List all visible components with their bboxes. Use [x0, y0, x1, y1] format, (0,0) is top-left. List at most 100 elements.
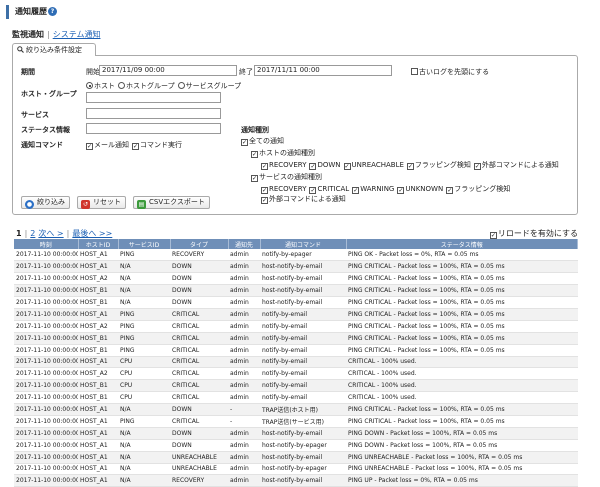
- radio-hostgroup-button[interactable]: [118, 82, 125, 89]
- start-date-input[interactable]: 2017/11/09 00:00: [99, 65, 237, 76]
- host-kind-external[interactable]: ✓ 外部コマンドによる通知: [473, 161, 559, 170]
- csv-export-button[interactable]: ▤ CSVエクスポート: [133, 196, 210, 209]
- mail-checkbox[interactable]: ✓: [86, 143, 93, 150]
- service-kind-warning-checkbox[interactable]: ✓: [352, 187, 360, 194]
- service-kind-flapping-checkbox[interactable]: ✓: [446, 187, 454, 194]
- cell-status: PING CRITICAL - Packet loss = 100%, RTA …: [346, 260, 578, 274]
- filter-settings-tab[interactable]: 絞り込み条件設定: [12, 43, 96, 56]
- host-kinds-option[interactable]: ✓ ホストの通知種別: [251, 148, 315, 158]
- cell-recipient: admin: [228, 260, 260, 274]
- tab-monitor-notification[interactable]: 監視通知: [12, 30, 44, 39]
- command-option-exec[interactable]: ✓ コマンド実行: [132, 141, 182, 150]
- host-kind-down[interactable]: ✓ DOWN: [309, 161, 341, 170]
- host-kind-external-checkbox[interactable]: ✓: [473, 163, 481, 170]
- table-row: 2017-11-10 00:00:00 HOST_A1 N/A DOWN - TRAP送信…: [14, 403, 578, 416]
- table-row: 2017-11-10 00:00:00 HOST_A1 PING CRITICAL ad…: [14, 308, 578, 321]
- radio-host[interactable]: ホスト: [86, 82, 115, 90]
- col-recipient[interactable]: 通知先: [228, 239, 261, 249]
- service-kinds-option[interactable]: ✓ サービスの通知種別: [251, 172, 322, 182]
- service-kind-unknown[interactable]: ✓ UNKNOWN: [397, 185, 444, 194]
- host-kinds-checkbox[interactable]: ✓: [251, 151, 258, 158]
- tab-system-notification[interactable]: システム通知: [53, 30, 101, 39]
- host-kind-recovery-label: RECOVERY: [269, 161, 307, 169]
- cell-service-id: PING: [118, 344, 170, 357]
- host-kind-down-checkbox[interactable]: ✓: [309, 163, 317, 170]
- subnav: 監視通知 | システム通知: [12, 29, 100, 40]
- host-group-input[interactable]: [86, 92, 221, 103]
- cell-recipient: admin: [228, 439, 260, 452]
- radio-hostgroup[interactable]: ホストグループ: [118, 82, 175, 90]
- table-row: 2017-11-10 00:00:00 HOST_A1 N/A RECOVERY adm…: [14, 474, 578, 487]
- service-kind-flapping[interactable]: ✓ フラッピング検知: [446, 185, 510, 194]
- host-kind-recovery-checkbox[interactable]: ✓: [261, 163, 268, 170]
- host-kind-flapping[interactable]: ✓ フラッピング検知: [406, 161, 471, 170]
- cell-status: CRITICAL - 100% used.: [346, 379, 578, 393]
- radio-servicegroup[interactable]: サービスグループ: [177, 82, 241, 90]
- old-first-checkbox[interactable]: [411, 68, 418, 75]
- cell-service-id: N/A: [118, 272, 170, 286]
- service-kind-recovery-label: RECOVERY: [269, 185, 307, 193]
- service-kind-external-checkbox[interactable]: ✓: [261, 197, 268, 204]
- question-circle-icon[interactable]: ?: [48, 7, 57, 16]
- cell-command: notify-by-email: [260, 308, 346, 321]
- col-time[interactable]: 時刻: [14, 239, 79, 249]
- kinds-all-option[interactable]: ✓ 全ての通知: [241, 136, 284, 146]
- exec-checkbox[interactable]: ✓: [132, 143, 139, 150]
- service-kind-warning[interactable]: ✓ WARNING: [352, 185, 394, 194]
- cell-host-id: HOST_A1: [78, 260, 118, 274]
- service-kind-recovery[interactable]: ✓ RECOVERY: [261, 185, 307, 194]
- old-first-option[interactable]: 古いログを先頭にする: [411, 67, 489, 77]
- next-page-link[interactable]: 次へ >: [38, 229, 63, 238]
- cell-type: DOWN: [170, 403, 228, 416]
- cell-type: RECOVERY: [170, 474, 228, 487]
- cell-recipient: admin: [228, 296, 260, 309]
- table-row: 2017-11-10 00:00:00 HOST_A1 PING CRITICAL - T…: [14, 415, 578, 428]
- service-kind-critical[interactable]: ✓ CRITICAL: [309, 185, 349, 194]
- cell-command: host-notify-by-email: [260, 427, 346, 440]
- last-page-link[interactable]: 最後へ >>: [72, 229, 112, 238]
- status-input[interactable]: [86, 123, 221, 134]
- radio-host-button[interactable]: [86, 82, 93, 89]
- cell-command: notify-by-email: [260, 391, 346, 405]
- cell-status: PING DOWN - Packet loss = 100%, RTA = 0.…: [346, 427, 578, 440]
- cell-type: CRITICAL: [170, 415, 228, 428]
- service-input[interactable]: [86, 108, 221, 119]
- col-type[interactable]: タイプ: [170, 239, 229, 249]
- table-row: 2017-11-10 00:00:00 HOST_A2 N/A DOWN admin ho…: [14, 272, 578, 286]
- col-command[interactable]: 通知コマンド: [260, 239, 347, 249]
- cell-type: CRITICAL: [170, 344, 228, 357]
- pager-separator: |: [24, 229, 28, 238]
- auto-reload-checkbox[interactable]: ✓: [489, 232, 497, 239]
- col-host-id[interactable]: ホストID: [78, 239, 119, 249]
- reset-button[interactable]: ↺ リセット: [77, 196, 126, 209]
- filter-button[interactable]: ● 絞り込み: [21, 196, 70, 209]
- cell-time: 2017-11-10 00:00:00: [14, 367, 78, 381]
- radio-servicegroup-button[interactable]: [177, 82, 185, 89]
- col-status[interactable]: ステータス情報: [346, 239, 578, 249]
- cell-status: CRITICAL - 100% used.: [346, 391, 578, 405]
- end-date-input[interactable]: 2017/11/11 00:00: [254, 65, 392, 76]
- command-option-mail[interactable]: ✓ メール通知: [86, 141, 129, 150]
- radio-hostgroup-label: ホストグループ: [126, 82, 175, 90]
- service-kind-external[interactable]: ✓ 外部コマンドによる通知: [261, 195, 346, 204]
- kinds-all-checkbox[interactable]: ✓: [241, 139, 248, 146]
- auto-reload-option[interactable]: ✓ リロードを有効にする: [489, 228, 578, 239]
- service-kind-unknown-checkbox[interactable]: ✓: [397, 187, 405, 194]
- service-kind-critical-checkbox[interactable]: ✓: [309, 187, 317, 194]
- service-kinds-label: サービスの通知種別: [259, 173, 322, 181]
- cell-time: 2017-11-10 00:00:00: [14, 379, 78, 393]
- host-kind-flapping-checkbox[interactable]: ✓: [406, 163, 414, 170]
- col-service-id[interactable]: サービスID: [118, 239, 171, 249]
- cell-host-id: HOST_A2: [78, 367, 118, 381]
- host-kind-recovery[interactable]: ✓ RECOVERY: [261, 161, 307, 170]
- cell-command: notify-by-email: [260, 332, 346, 345]
- service-kind-recovery-checkbox[interactable]: ✓: [261, 187, 268, 194]
- host-kind-unreachable[interactable]: ✓ UNREACHABLE: [343, 161, 404, 170]
- host-kind-unreachable-checkbox[interactable]: ✓: [343, 163, 351, 170]
- service-kinds-checkbox[interactable]: ✓: [251, 175, 258, 182]
- filter-panel: 期間 開始 2017/11/09 00:00 終了 2017/11/11 00:…: [12, 55, 578, 215]
- service-kind-unknown-label: UNKNOWN: [405, 185, 444, 193]
- cell-time: 2017-11-10 00:00:00: [14, 474, 78, 487]
- page-2-link[interactable]: 2: [30, 229, 35, 238]
- cell-recipient: admin: [228, 332, 260, 345]
